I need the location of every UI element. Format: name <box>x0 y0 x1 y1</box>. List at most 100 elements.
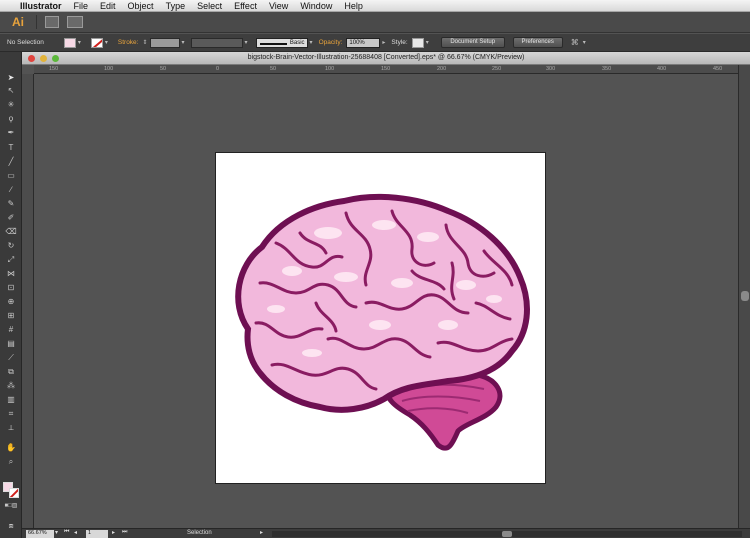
opacity-label[interactable]: Opacity: <box>319 39 343 46</box>
menu-effect[interactable]: Effect <box>234 1 257 11</box>
ruler-tick: 50 <box>160 66 167 72</box>
menu-object[interactable]: Object <box>128 1 154 11</box>
ruler-tick: 200 <box>437 66 447 72</box>
none-slash <box>10 489 18 497</box>
rotate-tool-icon[interactable]: ↻ <box>4 240 18 252</box>
shape-builder-tool-icon[interactable]: ⊕ <box>4 296 18 308</box>
color-mode-icon[interactable]: ■□▨ <box>4 500 18 512</box>
brush-definition-preview[interactable]: Basic <box>255 37 308 48</box>
menu-select[interactable]: Select <box>197 1 222 11</box>
vertical-ruler <box>22 74 34 528</box>
artboard[interactable] <box>215 152 546 484</box>
ruler-tick: 450 <box>713 66 723 72</box>
graphic-style-swatch[interactable] <box>411 37 424 48</box>
menu-help[interactable]: Help <box>344 1 363 11</box>
chevron-down-icon[interactable]: ▾ <box>310 39 313 46</box>
menu-bar: Illustrator File Edit Object Type Select… <box>0 0 750 12</box>
menu-type[interactable]: Type <box>166 1 186 11</box>
menu-edit[interactable]: Edit <box>100 1 116 11</box>
bridge-icon[interactable] <box>45 16 59 28</box>
menu-window[interactable]: Window <box>300 1 332 11</box>
stroke-none-swatch[interactable] <box>90 37 103 48</box>
stroke-weight-field[interactable] <box>149 37 180 48</box>
arrange-documents-icon[interactable] <box>67 16 83 28</box>
chevron-down-icon[interactable]: ▾ <box>426 39 429 46</box>
horizontal-scroll-thumb[interactable] <box>502 531 512 537</box>
application-bar: Ai <box>0 12 750 33</box>
pencil-tool-icon[interactable]: ✎ <box>4 198 18 210</box>
symbol-sprayer-tool-icon[interactable]: ⁂ <box>4 380 18 392</box>
control-panel: No Selection ▾ ▾ Stroke: ⇕ ▾ ▾ Basic ▾ O… <box>0 34 750 52</box>
perspective-grid-tool-icon[interactable]: ⊞ <box>4 310 18 322</box>
slice-tool-icon[interactable]: ⟂ <box>4 422 18 434</box>
stroke-swatch[interactable] <box>9 488 19 498</box>
brain-illustration[interactable] <box>216 153 547 485</box>
stepper-icon[interactable]: ⇕ <box>142 39 147 46</box>
horizontal-ruler: 150 100 50 0 50 100 150 200 250 300 350 … <box>34 65 738 74</box>
fill-color-swatch[interactable] <box>63 37 76 48</box>
screen-mode-icon[interactable]: ⧈ <box>4 520 18 532</box>
previous-artboard-icon[interactable]: ◂ <box>74 529 77 536</box>
rectangle-tool-icon[interactable]: ▭ <box>4 170 18 182</box>
fill-stroke-swatches[interactable] <box>3 482 19 498</box>
chevron-down-icon[interactable]: ▾ <box>245 39 248 46</box>
selection-status: No Selection <box>7 39 44 46</box>
document-setup-button[interactable]: Document Setup <box>440 37 505 48</box>
blob-brush-tool-icon[interactable]: ✐ <box>4 212 18 224</box>
menu-file[interactable]: File <box>74 1 89 11</box>
current-tool-label: Selection <box>187 530 212 536</box>
chevron-down-icon[interactable]: ▾ <box>105 39 108 46</box>
column-graph-tool-icon[interactable]: ▥ <box>4 394 18 406</box>
variable-width-field[interactable] <box>190 37 243 48</box>
chevron-down-icon[interactable]: ▾ <box>182 39 185 46</box>
style-label: Style: <box>391 39 408 46</box>
eyedropper-tool-icon[interactable]: ⟋ <box>4 352 18 364</box>
vertical-scroll-thumb[interactable] <box>741 291 749 301</box>
ruler-tick: 400 <box>657 66 667 72</box>
vertical-scrollbar[interactable] <box>738 65 750 528</box>
magic-wand-tool-icon[interactable]: ✳ <box>4 99 18 111</box>
stroke-label[interactable]: Stroke: <box>118 39 139 46</box>
appbar-divider <box>36 15 37 29</box>
artboard-tool-icon[interactable]: ⌗ <box>4 408 18 420</box>
gradient-tool-icon[interactable]: ▤ <box>4 338 18 350</box>
horizontal-scrollbar[interactable] <box>272 531 742 537</box>
direct-selection-tool-icon[interactable]: ↖ <box>4 85 18 97</box>
line-tool-icon[interactable]: ╱ <box>4 156 18 168</box>
scale-tool-icon[interactable]: ⤢ <box>4 254 18 266</box>
chevron-right-icon[interactable]: ▸ <box>382 39 385 46</box>
hand-tool-icon[interactable]: ✋ <box>4 442 18 454</box>
free-transform-tool-icon[interactable]: ⊡ <box>4 282 18 294</box>
zoom-dropdown-icon[interactable]: ▾ <box>55 529 58 536</box>
selection-tool-icon[interactable]: ➤ <box>4 72 18 84</box>
type-tool-icon[interactable]: T <box>4 142 18 154</box>
status-menu-icon[interactable]: ▸ <box>260 529 263 536</box>
artboard-number-field[interactable]: 1 <box>86 530 108 538</box>
blend-tool-icon[interactable]: ⧉ <box>4 366 18 378</box>
first-artboard-icon[interactable]: ⏮ <box>64 529 69 536</box>
ruler-tick: 350 <box>602 66 612 72</box>
ruler-tick: 300 <box>546 66 556 72</box>
last-artboard-icon[interactable]: ⏭ <box>122 529 127 536</box>
chevron-down-icon[interactable]: ▾ <box>78 39 81 46</box>
menu-app-name[interactable]: Illustrator <box>20 1 62 11</box>
brush-name: Basic <box>289 39 305 46</box>
next-artboard-icon[interactable]: ▸ <box>112 529 115 536</box>
document-title: bigstock-Brain-Vector-Illustration-25688… <box>247 54 525 61</box>
menu-view[interactable]: View <box>269 1 288 11</box>
mesh-tool-icon[interactable]: # <box>4 324 18 336</box>
paintbrush-tool-icon[interactable]: ∕ <box>4 184 18 196</box>
width-tool-icon[interactable]: ⋈ <box>4 268 18 280</box>
zoom-level-field[interactable]: 66.67% <box>26 530 54 538</box>
tools-panel: ➤ ↖ ✳ ϙ ✒ T ╱ ▭ ∕ ✎ ✐ ⌫ ↻ ⤢ ⋈ ⊡ ⊕ ⊞ # ▤ … <box>0 52 22 538</box>
document-tab[interactable]: bigstock-Brain-Vector-Illustration-25688… <box>22 52 750 65</box>
eraser-tool-icon[interactable]: ⌫ <box>4 226 18 238</box>
preferences-button[interactable]: Preferences <box>512 37 563 48</box>
opacity-field[interactable]: 100% <box>346 37 381 48</box>
ruler-tick: 150 <box>49 66 59 72</box>
panel-menu-icon[interactable]: ▾ <box>583 39 586 46</box>
pen-tool-icon[interactable]: ✒ <box>4 127 18 139</box>
arrange-icon[interactable]: ⌘ <box>571 38 579 47</box>
zoom-tool-icon[interactable]: ⌕ <box>4 456 18 468</box>
lasso-tool-icon[interactable]: ϙ <box>4 113 18 125</box>
